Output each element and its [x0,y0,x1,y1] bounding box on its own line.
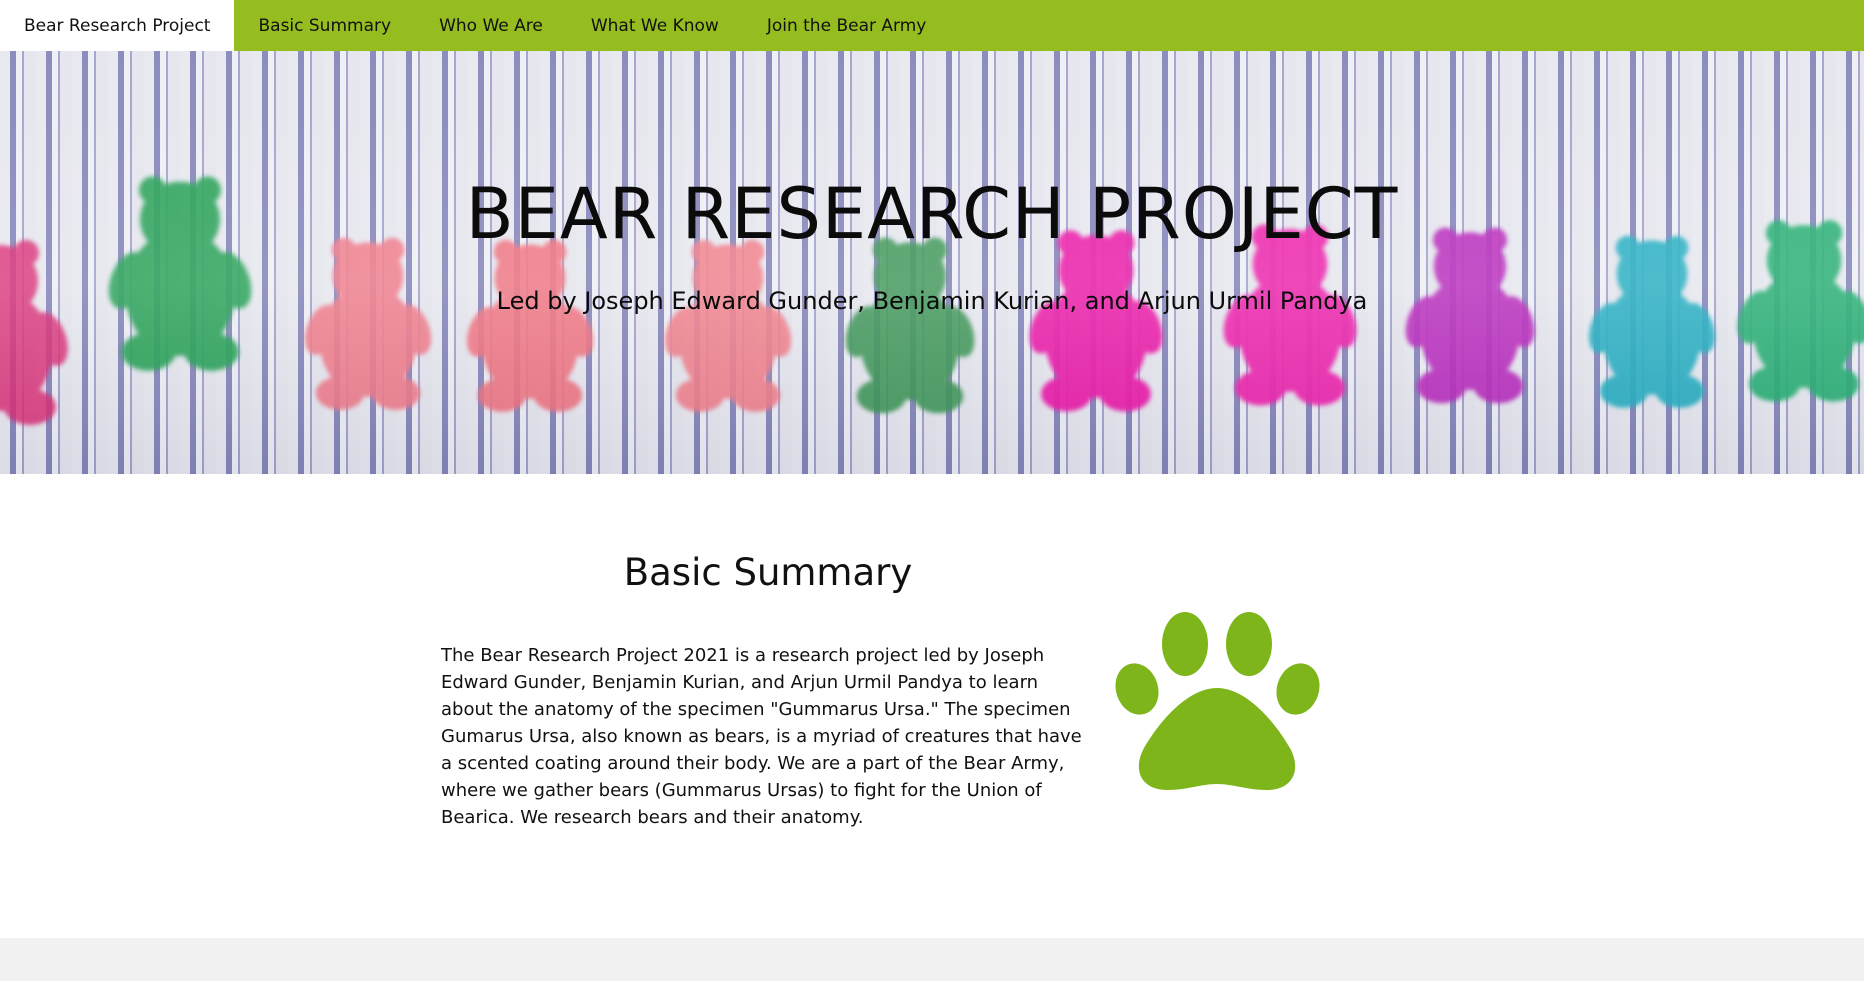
paw-icon [1115,612,1320,790]
summary-body-text: The Bear Research Project 2021 is a rese… [441,645,1082,828]
nav-item-basic-summary[interactable]: Basic Summary [234,0,415,51]
nav-item-who-we-are[interactable]: Who We Are [415,0,567,51]
footer-band [0,938,1864,981]
top-navbar: Bear Research Project Basic Summary Who … [0,0,1864,51]
summary-heading: Basic Summary [623,551,913,594]
hero-title: BEAR RESEARCH PROJECT [465,173,1399,255]
hero-subtitle: Led by Joseph Edward Gunder, Benjamin Ku… [496,287,1368,315]
nav-item-what-we-know[interactable]: What We Know [567,0,743,51]
hero-banner: BEAR RESEARCH PROJECT Led by Joseph Edwa… [0,51,1864,474]
nav-item-join-the-bear-army[interactable]: Join the Bear Army [743,0,951,51]
nav-item-bear-research-project[interactable]: Bear Research Project [0,0,235,51]
hero-overlay [0,51,1864,474]
